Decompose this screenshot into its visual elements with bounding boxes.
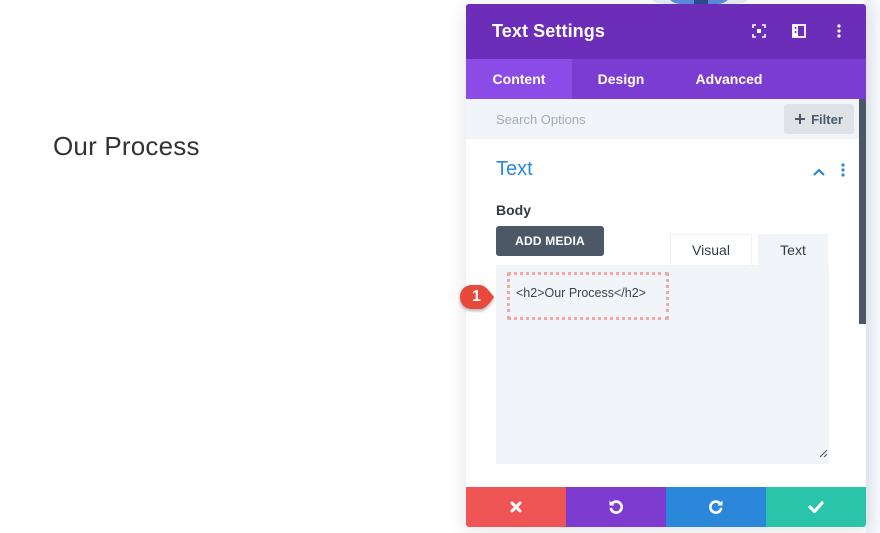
body-label: Body	[496, 202, 531, 218]
modal-header[interactable]: Text Settings	[466, 4, 866, 59]
close-icon	[510, 501, 522, 513]
split-view-icon[interactable]	[790, 22, 808, 40]
add-media-button[interactable]: ADD MEDIA	[496, 226, 604, 256]
body-content: <h2>Our Process</h2>	[516, 286, 646, 300]
page-heading: Our Process	[53, 131, 200, 161]
page-edge	[866, 0, 880, 533]
modal-footer	[466, 487, 866, 527]
filter-button[interactable]: Filter	[784, 104, 854, 134]
settings-tabs: Content Design Advanced	[466, 59, 866, 99]
save-button[interactable]	[766, 487, 866, 527]
body-textarea[interactable]: <h2>Our Process</h2>	[496, 265, 829, 464]
section-text-header[interactable]: Text	[466, 139, 866, 199]
focus-mode-icon[interactable]	[750, 22, 768, 40]
scrollbar[interactable]	[859, 99, 866, 324]
modal-title: Text Settings	[492, 21, 605, 41]
redo-icon	[709, 500, 723, 514]
tab-design[interactable]: Design	[572, 59, 670, 99]
undo-button[interactable]	[566, 487, 666, 527]
text-settings-modal: Text Settings Content Design Advanced Fi…	[466, 4, 866, 527]
check-icon	[808, 501, 824, 513]
undo-icon	[609, 500, 623, 514]
editor-tab-visual[interactable]: Visual	[670, 234, 752, 265]
discard-button[interactable]	[466, 487, 566, 527]
editor-tab-text[interactable]: Text	[758, 234, 828, 265]
tab-advanced[interactable]: Advanced	[670, 59, 788, 99]
redo-button[interactable]	[666, 487, 766, 527]
section-more-icon[interactable]	[841, 163, 845, 182]
plus-icon	[795, 114, 806, 124]
resize-handle-icon[interactable]	[818, 445, 828, 463]
chevron-up-icon[interactable]	[813, 163, 825, 181]
tab-content[interactable]: Content	[466, 59, 572, 99]
more-options-icon[interactable]	[830, 22, 848, 40]
search-bar: Filter	[466, 99, 866, 139]
search-options-input[interactable]	[496, 111, 736, 127]
section-title: Text	[496, 158, 533, 180]
filter-label: Filter	[811, 111, 843, 127]
